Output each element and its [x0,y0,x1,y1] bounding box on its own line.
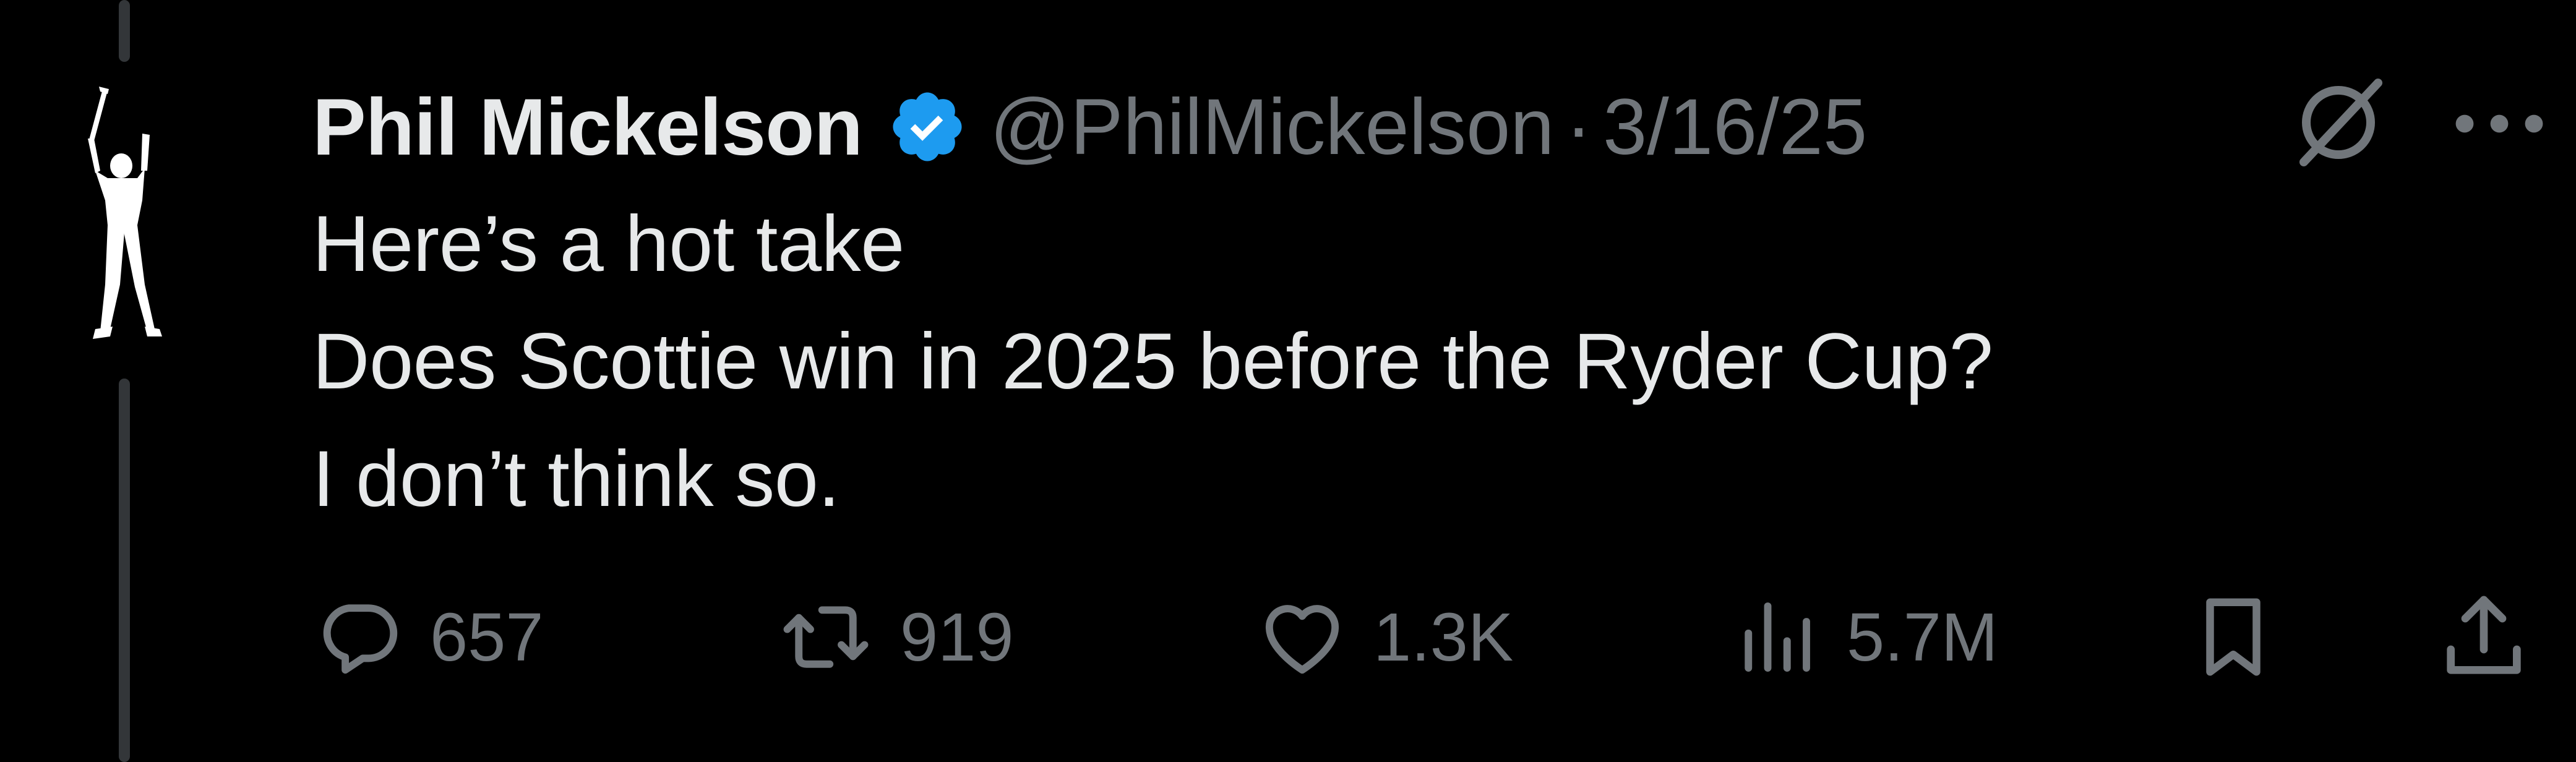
bookmark-button[interactable] [2187,588,2280,687]
author-handle[interactable]: @PhilMickelson [990,82,1554,173]
tweet-text-line: Does Scottie win in 2025 before the Ryde… [312,317,1993,406]
avatar[interactable] [66,87,189,346]
tweet-text-line: I don’t think so. [312,435,840,523]
retweet-button[interactable]: 919 [776,588,1014,687]
retweet-count: 919 [900,599,1014,675]
heart-icon [1265,605,1339,674]
display-name[interactable]: Phil Mickelson [312,80,863,173]
retweet-icon [783,606,869,668]
tweet-content: Phil Mickelson @PhilMickelson · 3/16/25 … [312,68,2540,538]
reply-count: 657 [430,599,544,675]
tweet-text-line: Here’s a hot take [312,200,904,288]
tweet-header: Phil Mickelson @PhilMickelson · 3/16/25 [312,68,2540,186]
tweet-text: Here’s a hot take Does Scottie win in 20… [312,186,2540,538]
bookmark-icon [2206,598,2260,676]
header-separator: · [1565,82,1592,171]
views-button[interactable]: 5.7M [1729,588,1998,687]
grok-icon[interactable] [2289,73,2388,172]
like-count: 1.3K [1373,599,1514,675]
like-button[interactable]: 1.3K [1256,588,1513,687]
tweet-actions: 657 919 1.3K 5.7M [312,588,2564,687]
more-icon[interactable] [2450,93,2549,155]
reply-button[interactable]: 657 [312,588,544,687]
thread-line-top [119,0,130,62]
tweet[interactable]: Phil Mickelson @PhilMickelson · 3/16/25 … [0,0,2576,762]
verified-badge-icon [893,92,962,161]
share-icon [2447,596,2521,674]
share-button[interactable] [2434,588,2533,687]
views-icon [1745,602,1810,672]
view-count: 5.7M [1847,599,1998,675]
reply-icon [323,604,398,674]
thread-line-bottom [119,379,130,762]
tweet-date[interactable]: 3/16/25 [1603,82,1867,173]
